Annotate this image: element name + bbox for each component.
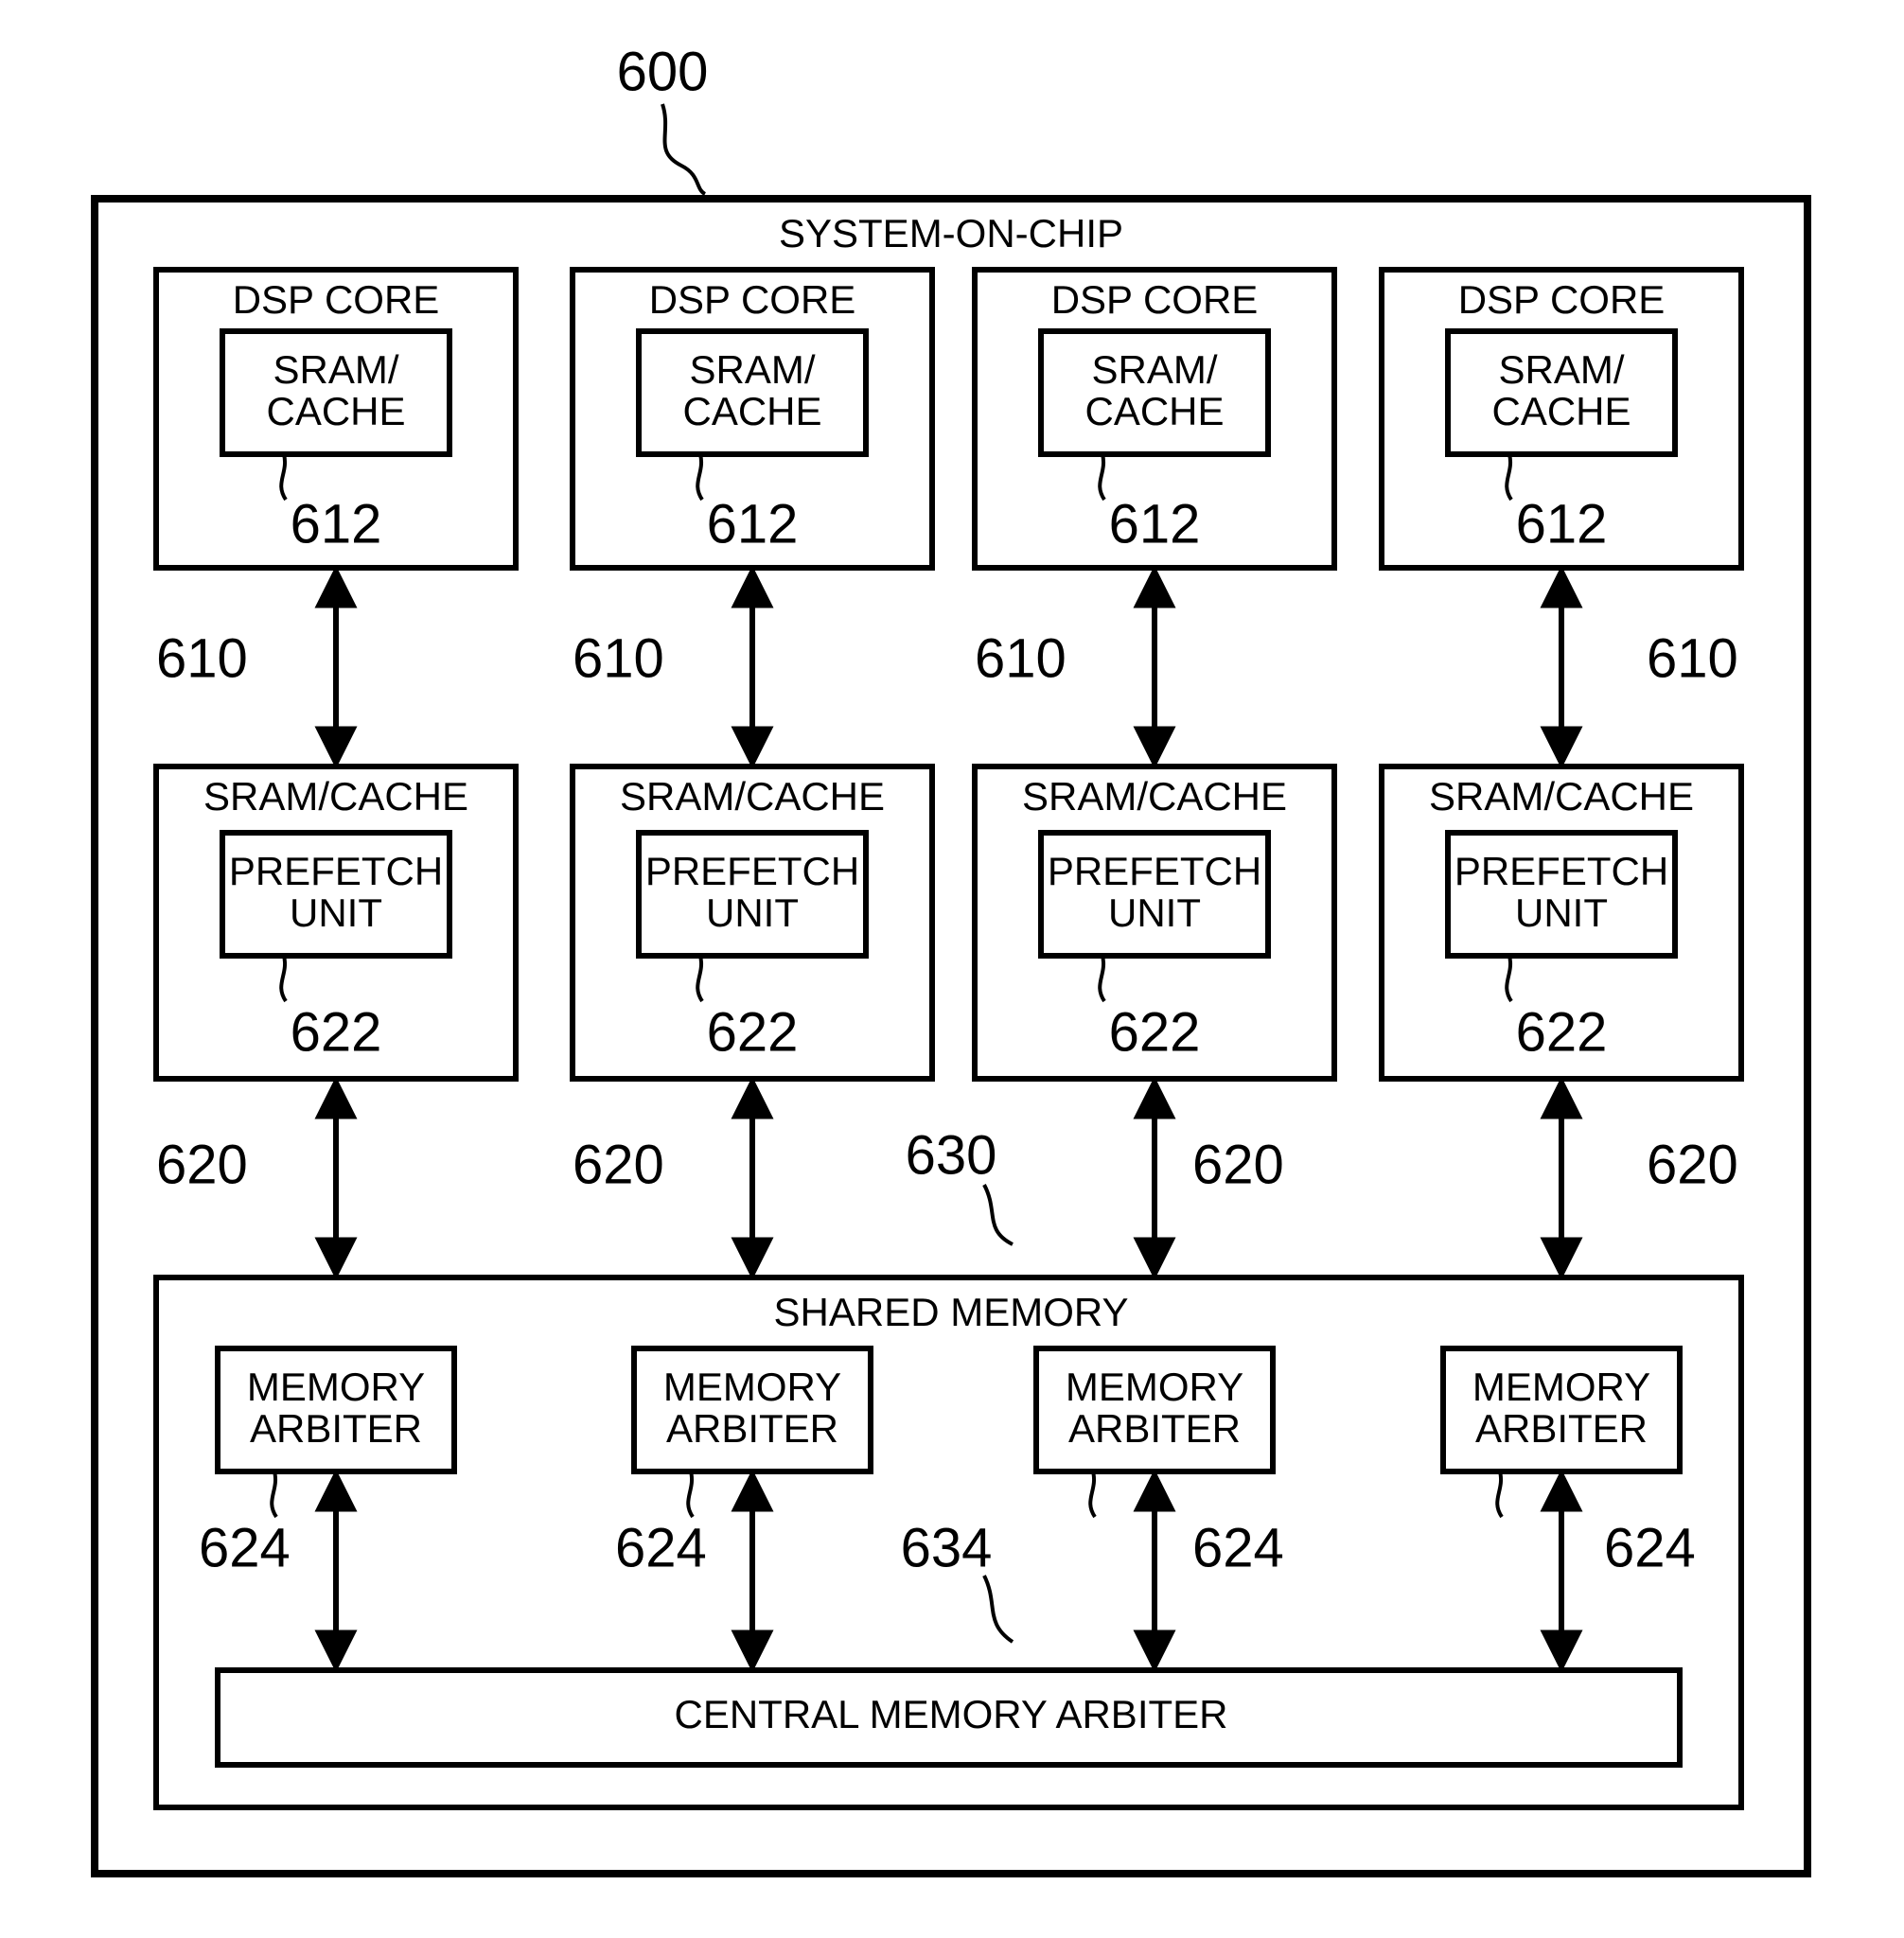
fig-ref: 600 bbox=[617, 41, 709, 102]
arbiter-label-1: MEMORY bbox=[1472, 1365, 1650, 1409]
prefetch-label-1: PREFETCH bbox=[1048, 849, 1261, 893]
sram-cache-block: SRAM/CACHE PREFETCH UNIT 622 bbox=[573, 766, 932, 1079]
prefetch-label-2: UNIT bbox=[1108, 890, 1201, 935]
dsp-core: DSP CORE SRAM/ CACHE 612 bbox=[975, 270, 1334, 568]
svg-text:610: 610 bbox=[573, 627, 664, 689]
svg-text:620: 620 bbox=[156, 1134, 248, 1195]
svg-text:624: 624 bbox=[615, 1517, 707, 1578]
arbiter-label-2: ARBITER bbox=[250, 1406, 422, 1451]
dsp-core: DSP CORE SRAM/ CACHE 612 bbox=[573, 270, 932, 568]
shared-memory-title: SHARED MEMORY bbox=[774, 1290, 1129, 1334]
sram-cache-label-1: SRAM/ bbox=[689, 347, 815, 392]
svg-text:DSP CORE: DSP CORE bbox=[1458, 277, 1666, 322]
svg-text:SRAM/CACHE: SRAM/CACHE bbox=[1429, 774, 1694, 819]
svg-text:SRAM/CACHE: SRAM/CACHE bbox=[620, 774, 885, 819]
arbiter-label-1: MEMORY bbox=[1066, 1365, 1243, 1409]
sram-cache-block: SRAM/CACHE PREFETCH UNIT 622 bbox=[1382, 766, 1741, 1079]
svg-text:624: 624 bbox=[199, 1517, 291, 1578]
svg-text:624: 624 bbox=[1192, 1517, 1284, 1578]
svg-text:624: 624 bbox=[1604, 1517, 1696, 1578]
svg-text:622: 622 bbox=[1109, 1001, 1201, 1063]
svg-text:622: 622 bbox=[291, 1001, 382, 1063]
svg-text:612: 612 bbox=[707, 493, 799, 555]
svg-text:620: 620 bbox=[573, 1134, 664, 1195]
svg-text:622: 622 bbox=[707, 1001, 799, 1063]
ref-630: 630 bbox=[906, 1124, 997, 1186]
sram-cache-label-2: CACHE bbox=[266, 389, 405, 433]
dsp-core: DSP CORE SRAM/ CACHE 612 bbox=[156, 270, 516, 568]
prefetch-label-1: PREFETCH bbox=[229, 849, 443, 893]
arbiter-label-2: ARBITER bbox=[1068, 1406, 1241, 1451]
arbiter-label-1: MEMORY bbox=[247, 1365, 425, 1409]
ref-610: 610 bbox=[156, 627, 248, 689]
svg-text:610: 610 bbox=[1647, 627, 1738, 689]
arbiter-label-2: ARBITER bbox=[1475, 1406, 1648, 1451]
svg-text:620: 620 bbox=[1647, 1134, 1738, 1195]
sram-cache-label-1: SRAM/ bbox=[1091, 347, 1217, 392]
prefetch-label-2: UNIT bbox=[1515, 890, 1608, 935]
prefetch-label-1: PREFETCH bbox=[1454, 849, 1668, 893]
svg-text:610: 610 bbox=[975, 627, 1067, 689]
sram-cache-label-2: CACHE bbox=[682, 389, 821, 433]
arbiter-label-1: MEMORY bbox=[663, 1365, 841, 1409]
svg-text:612: 612 bbox=[1109, 493, 1201, 555]
prefetch-label-2: UNIT bbox=[290, 890, 382, 935]
svg-text:DSP CORE: DSP CORE bbox=[1051, 277, 1259, 322]
prefetch-label-1: PREFETCH bbox=[645, 849, 859, 893]
central-arbiter-label: CENTRAL MEMORY ARBITER bbox=[674, 1692, 1227, 1736]
svg-text:620: 620 bbox=[1192, 1134, 1284, 1195]
inner-ref: 612 bbox=[291, 493, 382, 555]
svg-text:612: 612 bbox=[1516, 493, 1608, 555]
svg-text:SRAM/CACHE: SRAM/CACHE bbox=[203, 774, 468, 819]
svg-text:622: 622 bbox=[1516, 1001, 1608, 1063]
arbiter-label-2: ARBITER bbox=[666, 1406, 838, 1451]
svg-text:SRAM/CACHE: SRAM/CACHE bbox=[1022, 774, 1287, 819]
sram-cache-block: SRAM/CACHE PREFETCH UNIT 622 bbox=[975, 766, 1334, 1079]
dsp-core-title: DSP CORE bbox=[233, 277, 440, 322]
sram-cache-label-2: CACHE bbox=[1084, 389, 1224, 433]
ref-634: 634 bbox=[901, 1517, 993, 1578]
sram-cache-block: SRAM/CACHE PREFETCH UNIT 622 bbox=[156, 766, 516, 1079]
soc-title: SYSTEM-ON-CHIP bbox=[779, 211, 1123, 255]
sram-cache-label-1: SRAM/ bbox=[273, 347, 398, 392]
svg-text:DSP CORE: DSP CORE bbox=[649, 277, 856, 322]
dsp-core: DSP CORE SRAM/ CACHE 612 bbox=[1382, 270, 1741, 568]
sram-cache-label-1: SRAM/ bbox=[1498, 347, 1624, 392]
sram-cache-label-2: CACHE bbox=[1491, 389, 1631, 433]
prefetch-label-2: UNIT bbox=[706, 890, 799, 935]
